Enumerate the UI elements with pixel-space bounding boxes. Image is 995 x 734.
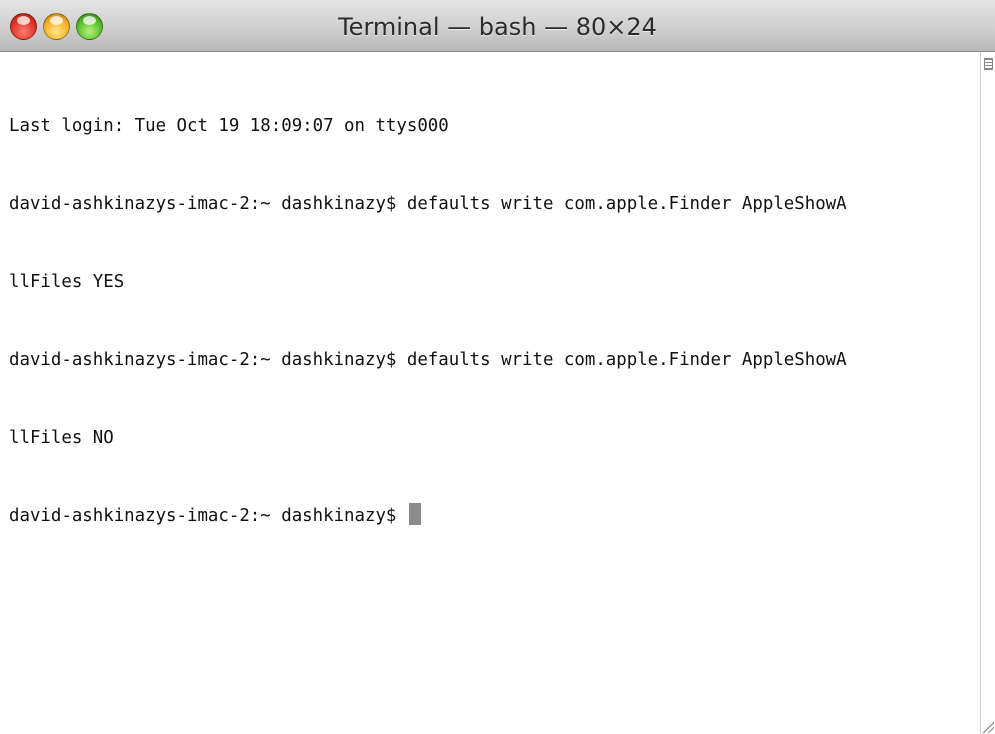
terminal-output[interactable]: Last login: Tue Oct 19 18:09:07 on ttys0… <box>0 52 980 734</box>
text-cursor <box>408 503 421 525</box>
terminal-line-command-2-wrap: llFiles NO <box>9 428 114 448</box>
prompt-text: david-ashkinazys-imac-2:~ dashkinazy$ <box>9 506 407 526</box>
vertical-scrollbar[interactable] <box>980 52 995 734</box>
terminal-line-command-2: david-ashkinazys-imac-2:~ dashkinazy$ de… <box>9 350 847 370</box>
split-pane-icon[interactable] <box>984 58 993 70</box>
window-title: Terminal — bash — 80×24 <box>338 13 657 41</box>
resize-grip-icon[interactable] <box>981 720 994 733</box>
terminal-line-prompt[interactable]: david-ashkinazys-imac-2:~ dashkinazy$ <box>9 503 980 529</box>
terminal-line-last-login: Last login: Tue Oct 19 18:09:07 on ttys0… <box>9 116 449 136</box>
terminal-line-command-1-wrap: llFiles YES <box>9 272 125 292</box>
terminal-window: Terminal — bash — 80×24 Last login: Tue … <box>0 0 995 734</box>
terminal-line-command-1: david-ashkinazys-imac-2:~ dashkinazy$ de… <box>9 194 847 214</box>
title-bar[interactable]: Terminal — bash — 80×24 <box>0 0 995 52</box>
